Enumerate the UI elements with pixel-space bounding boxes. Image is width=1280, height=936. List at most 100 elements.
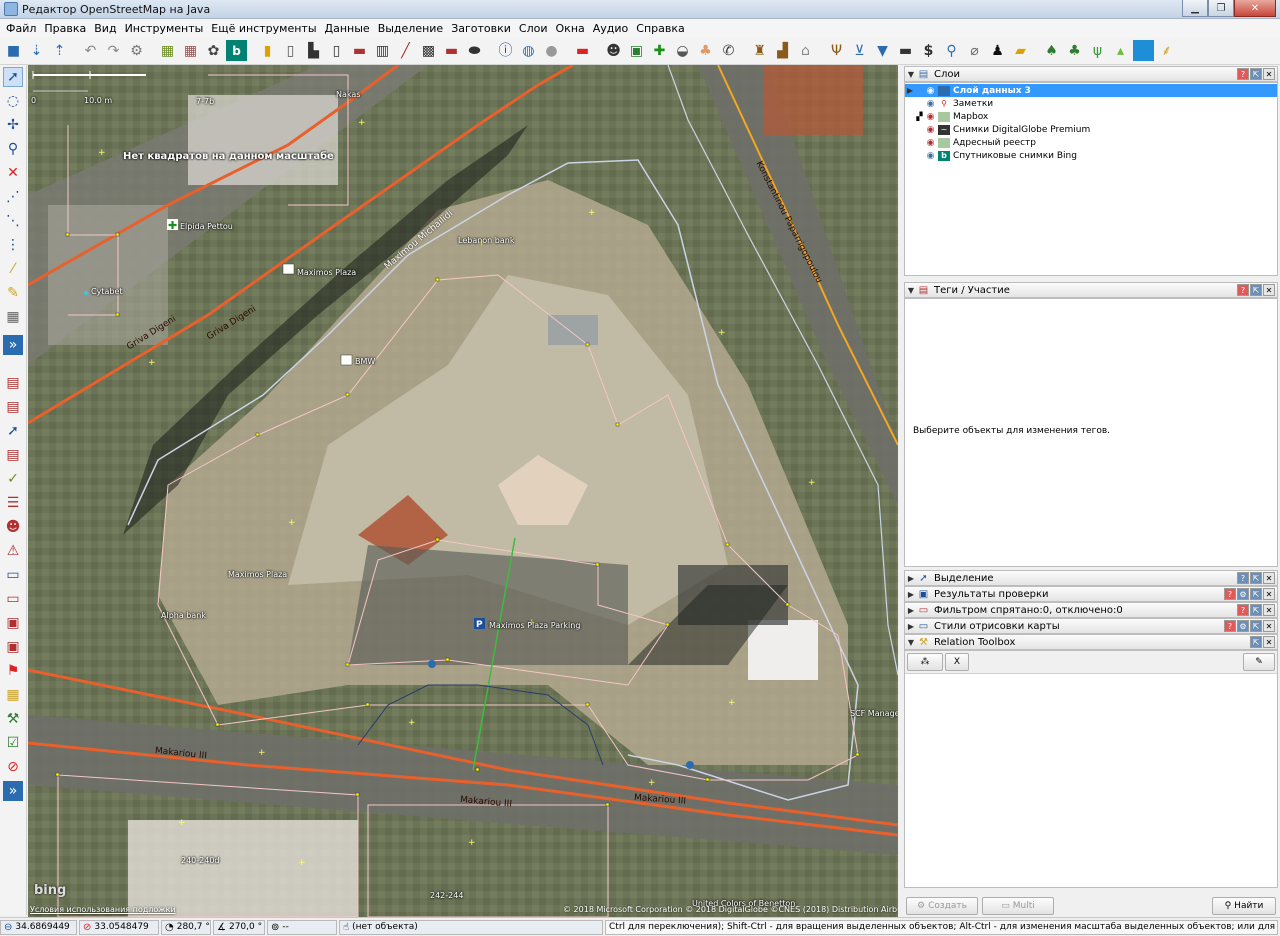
relations-toggle-icon[interactable]: ▤ <box>3 445 23 465</box>
menu-view[interactable]: Вид <box>90 22 120 35</box>
panel-close-icon[interactable]: ✕ <box>1263 620 1275 632</box>
gray-circle-icon[interactable]: ● <box>541 40 562 61</box>
open-folder-icon[interactable]: ■ <box>3 40 24 61</box>
expand-arrow-icon[interactable]: ▶ <box>905 606 917 615</box>
panel-help-icon[interactable]: ? <box>1237 572 1249 584</box>
layer-row[interactable]: ◉ ~ Снимки DigitalGlobe Premium <box>905 123 1277 136</box>
panel-close-icon[interactable]: ✕ <box>1263 588 1275 600</box>
panel-detach-icon[interactable]: ⇱ <box>1250 636 1262 648</box>
menu-windows[interactable]: Окна <box>552 22 589 35</box>
visibility-eye-icon[interactable]: ◉ <box>924 86 937 96</box>
panel-detach-icon[interactable]: ⇱ <box>1250 588 1262 600</box>
panel-detach-icon[interactable]: ⇱ <box>1250 604 1262 616</box>
visibility-eye-icon[interactable]: ◉ <box>924 125 937 135</box>
tree-icon[interactable]: ♠ <box>1041 40 1062 61</box>
combine-way-icon[interactable]: ⋱ <box>3 211 23 231</box>
zoom-tool-icon[interactable]: ⚲ <box>3 139 23 159</box>
imagery-3-icon[interactable]: ✿ <box>203 40 224 61</box>
traffic-light-icon[interactable]: ▯ <box>326 40 347 61</box>
factory-icon[interactable]: ▟ <box>772 40 793 61</box>
menu-audio[interactable]: Аудио <box>589 22 633 35</box>
panel-close-icon[interactable]: ✕ <box>1263 572 1275 584</box>
more-tools-icon[interactable]: » <box>3 781 23 801</box>
visibility-eye-icon[interactable]: ◉ <box>924 151 937 161</box>
collapse-arrow-icon[interactable]: ▼ <box>905 638 917 647</box>
collapse-arrow-icon[interactable]: ▼ <box>905 286 917 295</box>
pharmacy-icon[interactable]: ✚ <box>649 40 670 61</box>
balloons-icon[interactable]: ♣ <box>695 40 716 61</box>
layers-toggle-icon[interactable]: ▤ <box>3 373 23 393</box>
flag-icon[interactable]: ▬ <box>572 40 593 61</box>
restaurant-icon[interactable]: Ψ <box>826 40 847 61</box>
ruler-icon[interactable]: ╱ <box>395 40 416 61</box>
map-view[interactable]: + + + + + + + + + + + + + + + + ✚ P 0 10.0 m Нет ква… <box>28 65 898 917</box>
reverse-way-icon[interactable]: ⋮ <box>3 235 23 255</box>
selection-panel-header[interactable]: ▶ ➚ Выделение ? ⇱ ✕ <box>904 570 1278 586</box>
visibility-eye-icon[interactable]: ◉ <box>924 138 937 148</box>
validator-2-toggle-icon[interactable]: ☑ <box>3 733 23 753</box>
select-tool-icon[interactable]: ➚ <box>3 67 23 87</box>
layer-row[interactable]: ◉ b Спутниковые снимки Bing <box>905 149 1277 162</box>
imagery-2-icon[interactable]: ▦ <box>180 40 201 61</box>
delete-tool-icon[interactable]: ✕ <box>3 163 23 183</box>
phone-icon[interactable]: ✆ <box>718 40 739 61</box>
panel-help-icon[interactable]: ? <box>1224 620 1236 632</box>
relation-edit-button[interactable]: ✎ <box>1243 653 1275 671</box>
history-toggle-icon[interactable]: ☰ <box>3 493 23 513</box>
preferences-icon[interactable]: ⚙ <box>126 40 147 61</box>
building-icon[interactable]: ▙ <box>303 40 324 61</box>
bowl-icon[interactable]: ◒ <box>672 40 693 61</box>
lasso-tool-icon[interactable]: ◌ <box>3 91 23 111</box>
improve-way-icon[interactable]: ⁄ <box>3 259 23 279</box>
meadow-icon[interactable]: ▴ <box>1110 40 1131 61</box>
pin-icon[interactable]: ⚲ <box>941 40 962 61</box>
gallery-icon[interactable]: ▣ <box>626 40 647 61</box>
conflict-toggle-icon[interactable]: ⚠ <box>3 541 23 561</box>
bag-icon[interactable]: ▰ <box>1010 40 1031 61</box>
filter-toggle-icon[interactable]: ▭ <box>3 565 23 585</box>
split-way-icon[interactable]: ⋰ <box>3 187 23 207</box>
properties-toggle-icon[interactable]: ▤ <box>3 397 23 417</box>
panel-detach-icon[interactable]: ⇱ <box>1250 620 1262 632</box>
redo-icon[interactable]: ↷ <box>103 40 124 61</box>
oneway-icon[interactable]: ▮ <box>257 40 278 61</box>
maximize-button[interactable]: ❐ <box>1208 0 1234 17</box>
panel-help-icon[interactable]: ? <box>1237 68 1249 80</box>
visibility-eye-icon[interactable]: ◉ <box>924 99 937 109</box>
author-toggle-icon[interactable]: ☻ <box>3 517 23 537</box>
selection-toggle-icon[interactable]: ➚ <box>3 421 23 441</box>
expand-arrow-icon[interactable]: ▶ <box>905 622 917 631</box>
layers-panel-header[interactable]: ▼ ▤ Слои ? ⇱ ✕ <box>904 66 1278 82</box>
panel-close-icon[interactable]: ✕ <box>1263 636 1275 648</box>
paperclip-icon[interactable]: ⌀ <box>964 40 985 61</box>
relation-wand-button[interactable]: ⁂ <box>907 653 943 671</box>
globe-icon[interactable]: ◍ <box>518 40 539 61</box>
tags-panel-header[interactable]: ▼ ▤ Теги / Участие ? ⇱ ✕ <box>904 282 1278 298</box>
map-styles-panel-header[interactable]: ▶ ▭ Стили отрисовки карты ? ⚙ ⇱ ✕ <box>904 618 1278 634</box>
undo-icon[interactable]: ↶ <box>80 40 101 61</box>
panel-settings-icon[interactable]: ⚙ <box>1237 620 1249 632</box>
fence-icon[interactable]: ▥ <box>372 40 393 61</box>
measure-toggle-icon[interactable]: ▦ <box>3 685 23 705</box>
relation-toolbox-header[interactable]: ▼ ⚒ Relation Toolbox ⇱ ✕ <box>904 634 1278 650</box>
layer-row[interactable]: ◉ ⚲ Заметки <box>905 97 1277 110</box>
cart-icon[interactable]: ⊻ <box>849 40 870 61</box>
close-window-button[interactable]: ✕ <box>1234 0 1276 17</box>
multi-button[interactable]: ▭ Multi <box>982 897 1054 915</box>
grass-icon[interactable]: ψ <box>1087 40 1108 61</box>
notes-toggle-icon[interactable]: ▣ <box>3 637 23 657</box>
menu-file[interactable]: Файл <box>2 22 40 35</box>
theatre-icon[interactable]: ☻ <box>603 40 624 61</box>
filter-panel-header[interactable]: ▶ ▭ Фильтром спрятано:0, отключено:0 ? ⇱… <box>904 602 1278 618</box>
create-button[interactable]: ⚙ Создать <box>906 897 978 915</box>
car-icon[interactable]: ⬬ <box>464 40 485 61</box>
menu-selection[interactable]: Выделение <box>374 22 448 35</box>
menu-data[interactable]: Данные <box>321 22 374 35</box>
stop-sign-icon[interactable]: ⊘ <box>3 757 23 777</box>
menu-help[interactable]: Справка <box>632 22 688 35</box>
minimize-button[interactable]: ▁ <box>1182 0 1208 17</box>
castle-icon[interactable]: ♜ <box>749 40 770 61</box>
info-icon[interactable]: ⓘ <box>495 40 516 61</box>
imagery-icon[interactable]: ▦ <box>157 40 178 61</box>
panel-close-icon[interactable]: ✕ <box>1263 604 1275 616</box>
